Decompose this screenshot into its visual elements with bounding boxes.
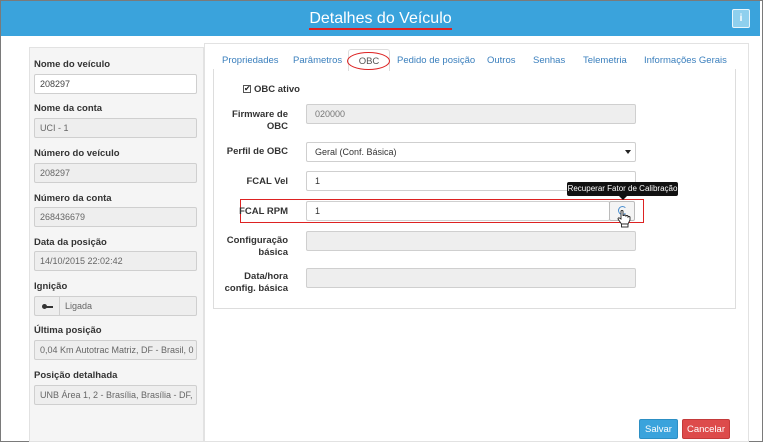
perfil-select[interactable]: Geral (Conf. Básica) [306,142,636,162]
detailed-position-field: UNB Área 1, 2 - Brasília, Brasília - DF, [34,385,197,405]
tab-pedido-posicao[interactable]: Pedido de posição [397,55,475,66]
label-account-number: Número da conta [34,193,112,204]
last-position-field: 0,04 Km Autotrac Matriz, DF - Brasil, 0 [34,340,197,360]
info-button[interactable]: i [732,9,750,28]
obc-active-checkbox[interactable]: ✔ [243,85,251,93]
obc-active-label: OBC ativo [254,84,300,95]
label-last-position: Última posição [34,325,102,336]
tab-informacoes-gerais[interactable]: Informações Gerais [644,55,727,66]
label-account-name: Nome da conta [34,103,103,114]
tab-obc-highlight [347,52,390,70]
cancel-button[interactable]: Cancelar [682,419,730,439]
datahora-config-label: Data/hora config. básica [224,271,288,294]
datahora-config-field [306,268,636,288]
account-name-field: UCI - 1 [34,118,197,138]
ignition-addon [34,296,59,316]
modal-title: Detalhes do Veículo [1,10,760,30]
label-vehicle-name: Nome do veículo [34,59,111,70]
perfil-label: Perfil de OBC [226,146,288,157]
key-icon [42,304,53,309]
modal-header: Detalhes do Veículo i [1,1,760,36]
vehicle-sidebar: Nome do veículo 208297 Nome da conta UCI… [29,47,204,442]
vehicle-name-field[interactable]: 208297 [34,74,197,94]
calibration-tooltip: Recuperar Fator de Calibração [567,182,678,200]
tab-outros[interactable]: Outros [487,55,516,66]
firmware-label: Firmware de OBC [232,109,288,132]
config-basica-label: Configuração básica [226,235,288,258]
label-position-date: Data da posição [34,237,107,248]
fcal-vel-label: FCAL Vel [246,176,288,187]
position-date-field: 14/10/2015 22:02:42 [34,251,197,271]
fcal-rpm-input[interactable]: 1 [306,201,610,221]
label-detailed-position: Posição detalhada [34,370,118,381]
firmware-field: 020000 [306,104,636,124]
config-basica-field [306,231,636,251]
tab-propriedades[interactable]: Propriedades [222,55,279,66]
info-icon: i [739,13,743,24]
hand-cursor-icon [617,210,631,228]
ignition-field: Ligada [59,296,197,316]
fcal-rpm-label: FCAL RPM [239,206,288,217]
tab-parametros[interactable]: Parâmetros [293,55,342,66]
label-ignition: Ignição [34,281,68,292]
tab-senhas[interactable]: Senhas [533,55,565,66]
label-vehicle-number: Número do veículo [34,148,120,159]
vehicle-number-field: 208297 [34,163,197,183]
save-button[interactable]: Salvar [639,419,678,439]
tab-telemetria[interactable]: Telemetria [583,55,627,66]
perfil-selected-value: Geral (Conf. Básica) [315,147,397,157]
caret-down-icon [625,150,631,154]
account-number-field: 268436679 [34,207,197,227]
